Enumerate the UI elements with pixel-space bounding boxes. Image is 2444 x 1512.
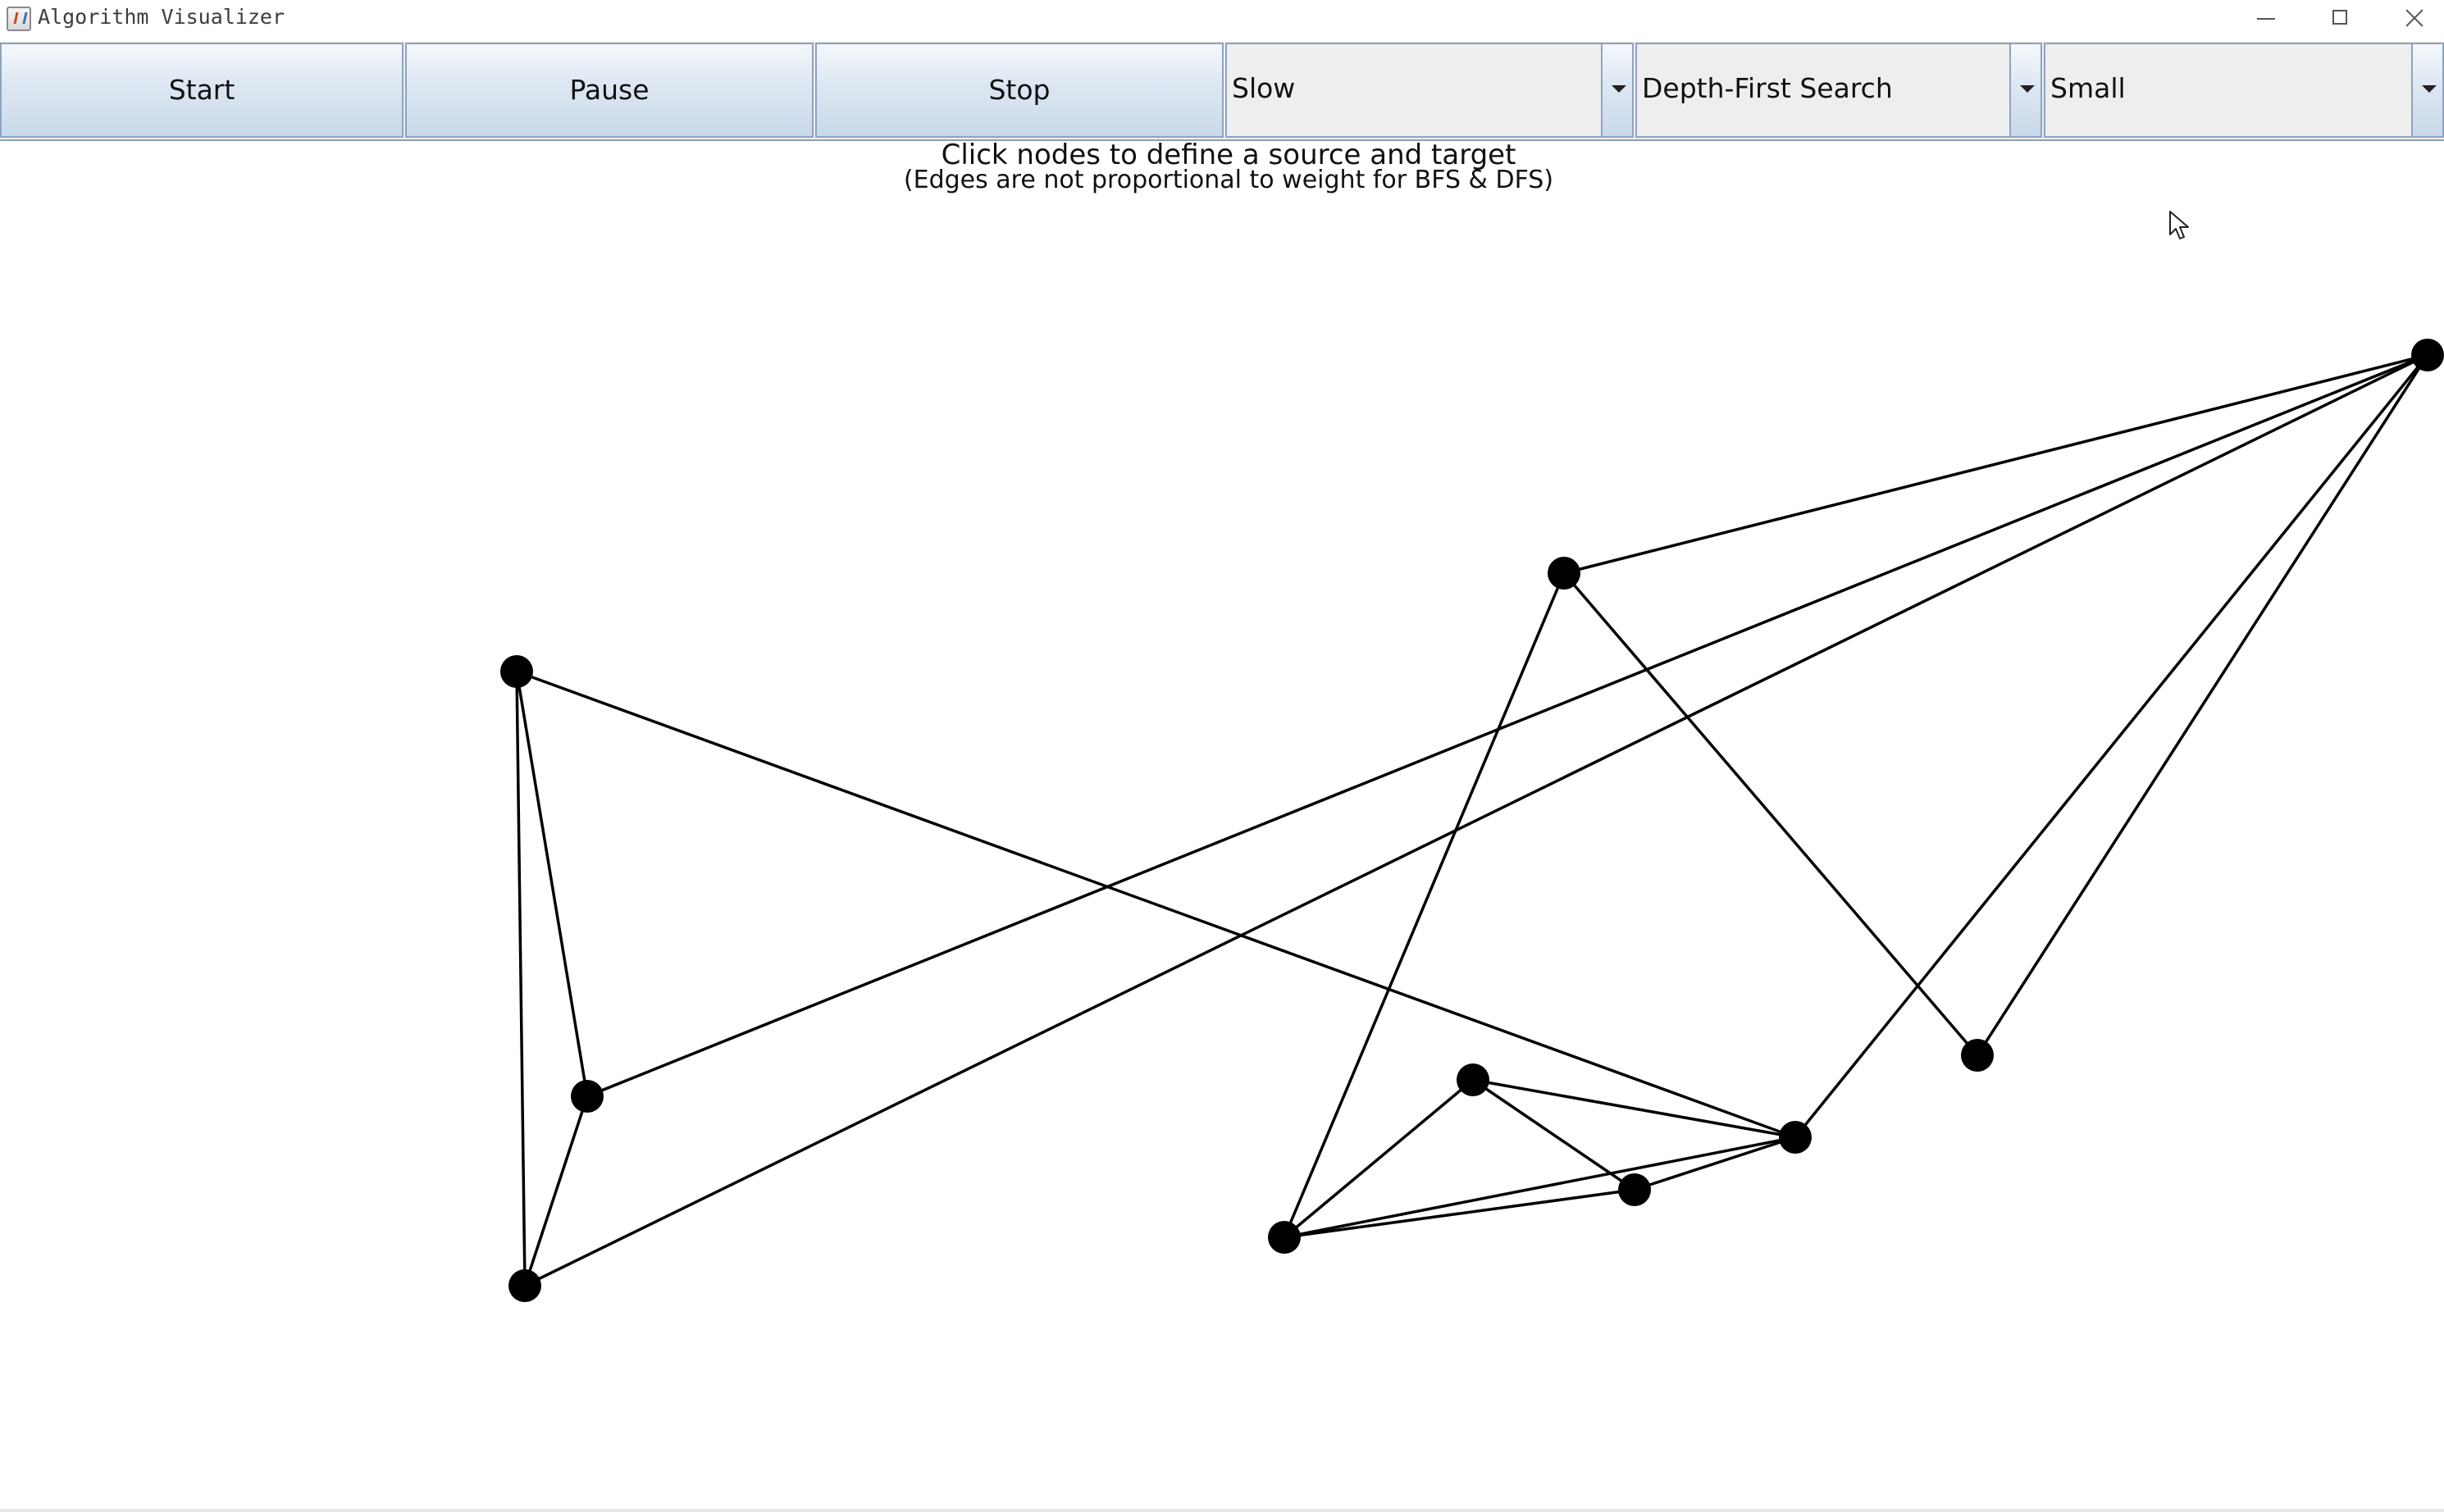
nodes-layer [500,339,2444,1302]
close-icon[interactable] [2375,0,2444,38]
algorithm-select[interactable]: Depth-First Search [1635,43,2042,138]
graph-edge [586,353,2428,1098]
graph-edge [1563,353,2428,575]
graph-node[interactable] [2411,339,2444,371]
graph-size-select[interactable]: Small [2044,43,2444,138]
minimize-icon[interactable] [2227,0,2303,38]
graph-node[interactable] [500,655,533,688]
edges-layer [515,353,2429,1287]
graph-edge [515,671,527,1287]
stop-button[interactable]: Stop [815,43,1224,138]
title-bar: Algorithm Visualizer [0,0,2444,43]
chevron-down-icon[interactable] [1601,44,1632,136]
graph-canvas[interactable] [0,0,2444,1512]
graph-edge [1283,572,1566,1238]
mouse-pointer-icon [2169,211,2189,239]
graph-node[interactable] [1779,1121,1812,1154]
graph-edge [1283,1078,1475,1239]
graph-node[interactable] [1457,1063,1489,1096]
graph-node[interactable] [571,1080,604,1113]
graph-edge [1472,1078,1635,1191]
graph-edge [1976,354,2429,1056]
graph-edge [516,670,1796,1139]
speed-select-value: Slow [1232,72,1296,104]
graph-edge [1562,572,1979,1057]
instructions-sub: (Edges are not proportional to weight fo… [903,166,1554,194]
graph-edge [1472,1078,1796,1139]
start-button[interactable]: Start [0,43,404,138]
graph-edge [524,353,2428,1287]
pause-button[interactable]: Pause [405,43,814,138]
toolbar: Start Pause Stop Slow Depth-First Search… [0,43,2444,141]
graph-node[interactable] [1548,557,1580,590]
graph-edge [523,1095,589,1287]
graph-node[interactable] [508,1269,541,1302]
graph-edge [515,671,589,1097]
app-window: Algorithm Visualizer Start Pause Stop Sl… [0,0,2444,1512]
graph-edge [1794,353,2429,1139]
java-cup-icon [7,7,31,31]
chevron-down-icon[interactable] [2009,44,2040,136]
speed-select[interactable]: Slow [1225,43,1634,138]
graph-node[interactable] [1961,1039,1994,1072]
graph-edge [1284,1136,1796,1239]
graph-node[interactable] [1618,1173,1651,1206]
bottom-border [0,1509,2444,1512]
algorithm-select-value: Depth-First Search [1642,72,1893,104]
graph-size-select-value: Small [2050,72,2126,104]
graph-node[interactable] [1268,1221,1301,1254]
window-title: Algorithm Visualizer [38,5,285,29]
chevron-down-icon[interactable] [2411,44,2442,136]
graph-edge [1284,1188,1635,1239]
maximize-icon[interactable] [2301,0,2377,38]
